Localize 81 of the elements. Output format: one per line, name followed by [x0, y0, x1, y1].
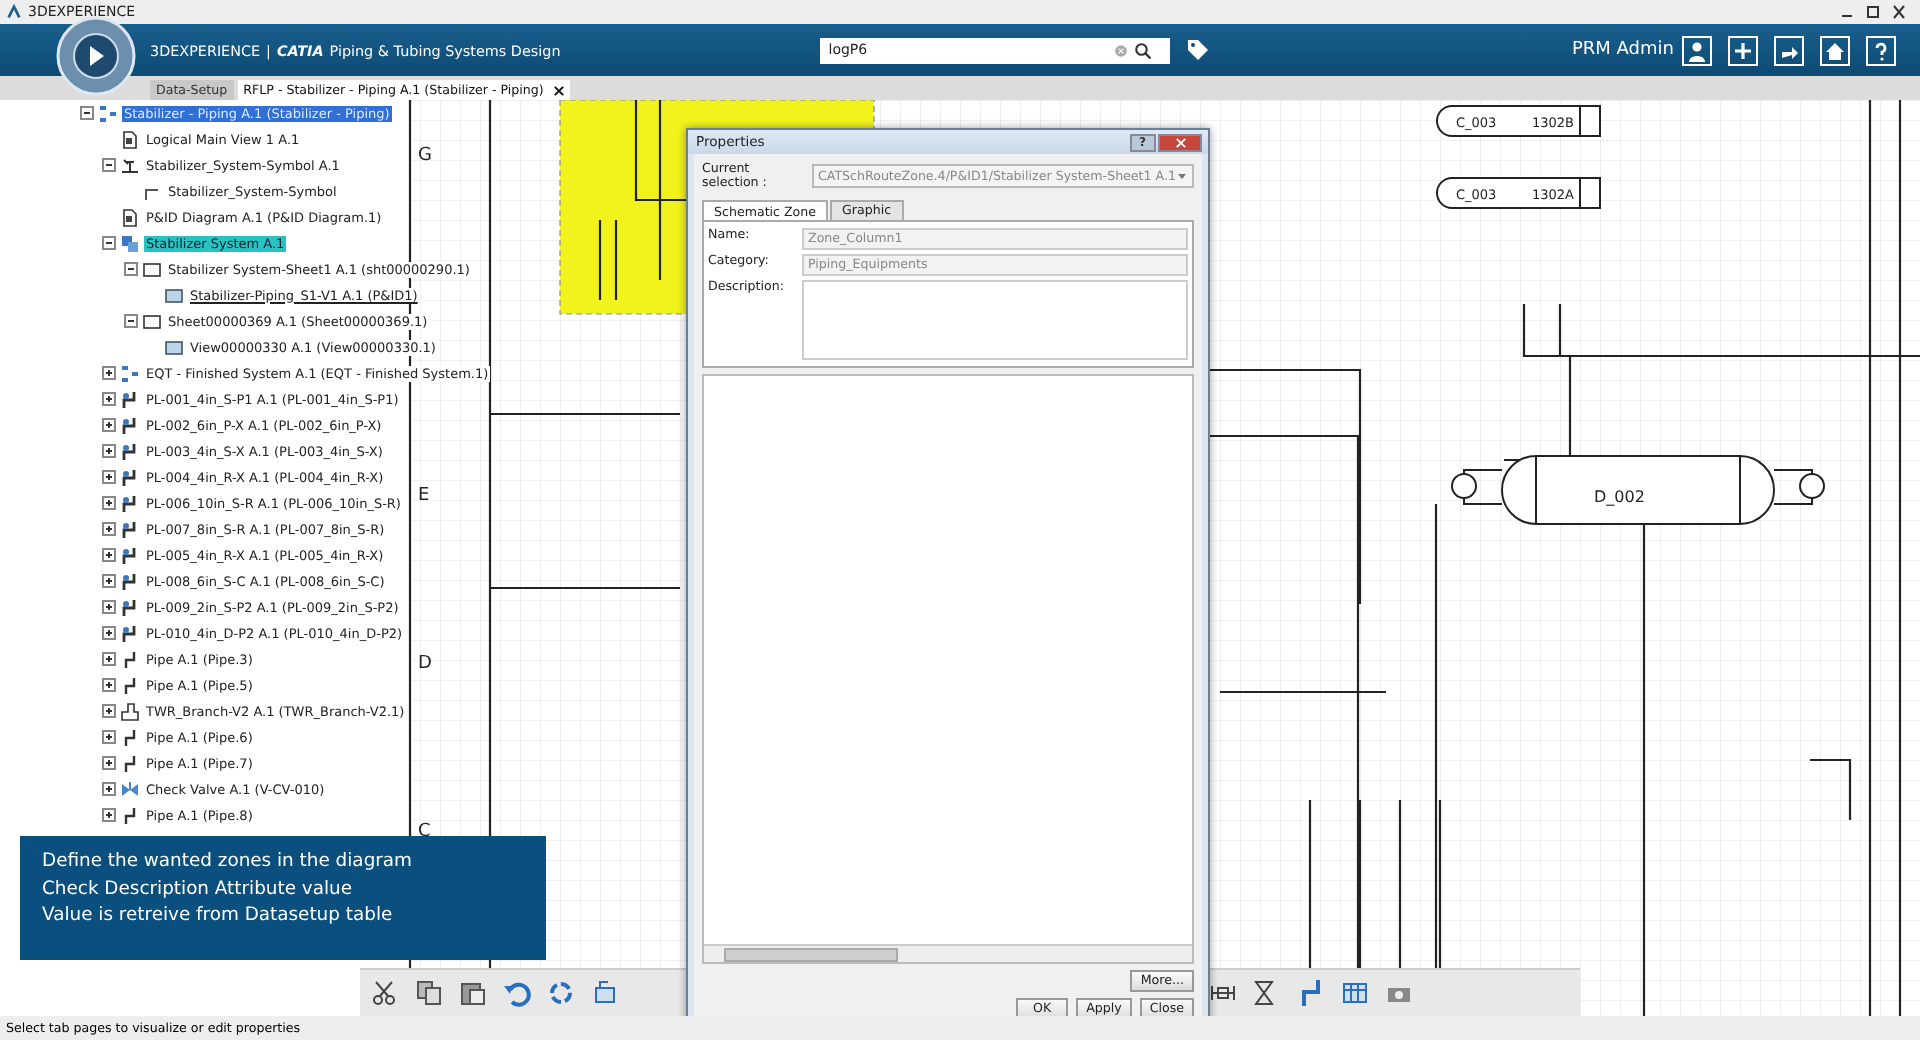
- pipe-line-icon: [120, 493, 140, 513]
- expand-icon[interactable]: [102, 652, 116, 666]
- expand-icon[interactable]: [102, 574, 116, 588]
- branch-icon: [120, 701, 140, 721]
- pipe-line-icon: [120, 389, 140, 409]
- pipe-line-icon: [120, 441, 140, 461]
- expand-icon[interactable]: [102, 366, 116, 380]
- collapse-icon[interactable]: [124, 314, 138, 328]
- compass-icon[interactable]: [56, 16, 136, 96]
- caption-line: Define the wanted zones in the diagram: [42, 848, 415, 875]
- pipe-line-icon: [120, 415, 140, 435]
- undo-icon[interactable]: [502, 978, 532, 1008]
- maximize-icon[interactable]: [1864, 4, 1882, 20]
- zone-label: C: [418, 822, 431, 842]
- copy-icon[interactable]: [414, 978, 444, 1008]
- expand-icon[interactable]: [102, 418, 116, 432]
- user-avatar-icon[interactable]: [1682, 35, 1712, 65]
- help-icon[interactable]: [1866, 35, 1896, 65]
- insert-icon[interactable]: [590, 978, 620, 1008]
- pipe-line-icon: [120, 467, 140, 487]
- app-logo-icon: [6, 4, 22, 20]
- close-icon[interactable]: [1890, 4, 1908, 20]
- scissors-icon[interactable]: [370, 978, 400, 1008]
- sheet-icon: [142, 259, 162, 279]
- refresh-icon[interactable]: [546, 978, 576, 1008]
- symbol-icon: [120, 155, 140, 175]
- caption-line: Value is retreive from Datasetup table: [42, 902, 395, 929]
- collapse-icon[interactable]: [124, 262, 138, 276]
- product-icon: [98, 103, 118, 123]
- paste-icon[interactable]: [458, 978, 488, 1008]
- expand-icon[interactable]: [102, 444, 116, 458]
- valve-icon: [120, 779, 140, 799]
- product-icon: [120, 363, 140, 383]
- pipe-line-icon: [120, 623, 140, 643]
- home-icon[interactable]: [1820, 35, 1850, 65]
- pipe-line-icon: [120, 545, 140, 565]
- close-icon[interactable]: [553, 85, 564, 95]
- expand-icon[interactable]: [102, 782, 116, 796]
- expand-icon[interactable]: [102, 704, 116, 718]
- collapse-icon[interactable]: [102, 158, 116, 172]
- share-icon[interactable]: [1774, 35, 1804, 65]
- zone-label: D: [418, 654, 432, 674]
- document-icon: [120, 207, 140, 227]
- expand-icon[interactable]: [102, 626, 116, 640]
- pipe-line-icon: [120, 597, 140, 617]
- search-icon[interactable]: [1134, 41, 1153, 59]
- sheet-icon: [142, 311, 162, 331]
- expand-icon[interactable]: [102, 496, 116, 510]
- collapse-icon[interactable]: [102, 236, 116, 250]
- table-icon[interactable]: [1340, 978, 1370, 1008]
- pipe-line: [598, 218, 618, 302]
- description-field[interactable]: [802, 280, 1188, 360]
- view-icon: [164, 337, 184, 357]
- caption-line: Check Description Attribute value: [42, 875, 355, 902]
- pipe-line: [1810, 758, 1852, 820]
- add-icon[interactable]: [1728, 35, 1758, 65]
- tag-icon[interactable]: [1186, 38, 1211, 62]
- expand-icon[interactable]: [102, 600, 116, 614]
- expand-icon[interactable]: [102, 756, 116, 770]
- expand-icon[interactable]: [102, 548, 116, 562]
- expand-icon[interactable]: [102, 808, 116, 822]
- zone-label: G: [418, 146, 432, 166]
- expand-icon[interactable]: [102, 730, 116, 744]
- view-icon: [164, 285, 184, 305]
- pipe-route-icon[interactable]: [1296, 978, 1326, 1008]
- expand-icon[interactable]: [102, 470, 116, 484]
- document-icon: [120, 129, 140, 149]
- close-button[interactable]: [1158, 133, 1202, 151]
- scrollbar[interactable]: [704, 944, 1192, 962]
- pipe-icon: [120, 805, 140, 825]
- user-name[interactable]: PRM Admin: [1572, 40, 1674, 60]
- system-icon: [120, 233, 140, 253]
- pipe-line-icon: [120, 571, 140, 591]
- collapse-icon[interactable]: [80, 106, 94, 120]
- pipe-line-icon: [120, 519, 140, 539]
- expand-icon[interactable]: [102, 522, 116, 536]
- expand-icon[interactable]: [102, 678, 116, 692]
- expand-icon[interactable]: [102, 392, 116, 406]
- zone-label: E: [418, 486, 430, 506]
- equipment-label: D_002: [1594, 488, 1645, 506]
- caret-icon: [1176, 170, 1188, 182]
